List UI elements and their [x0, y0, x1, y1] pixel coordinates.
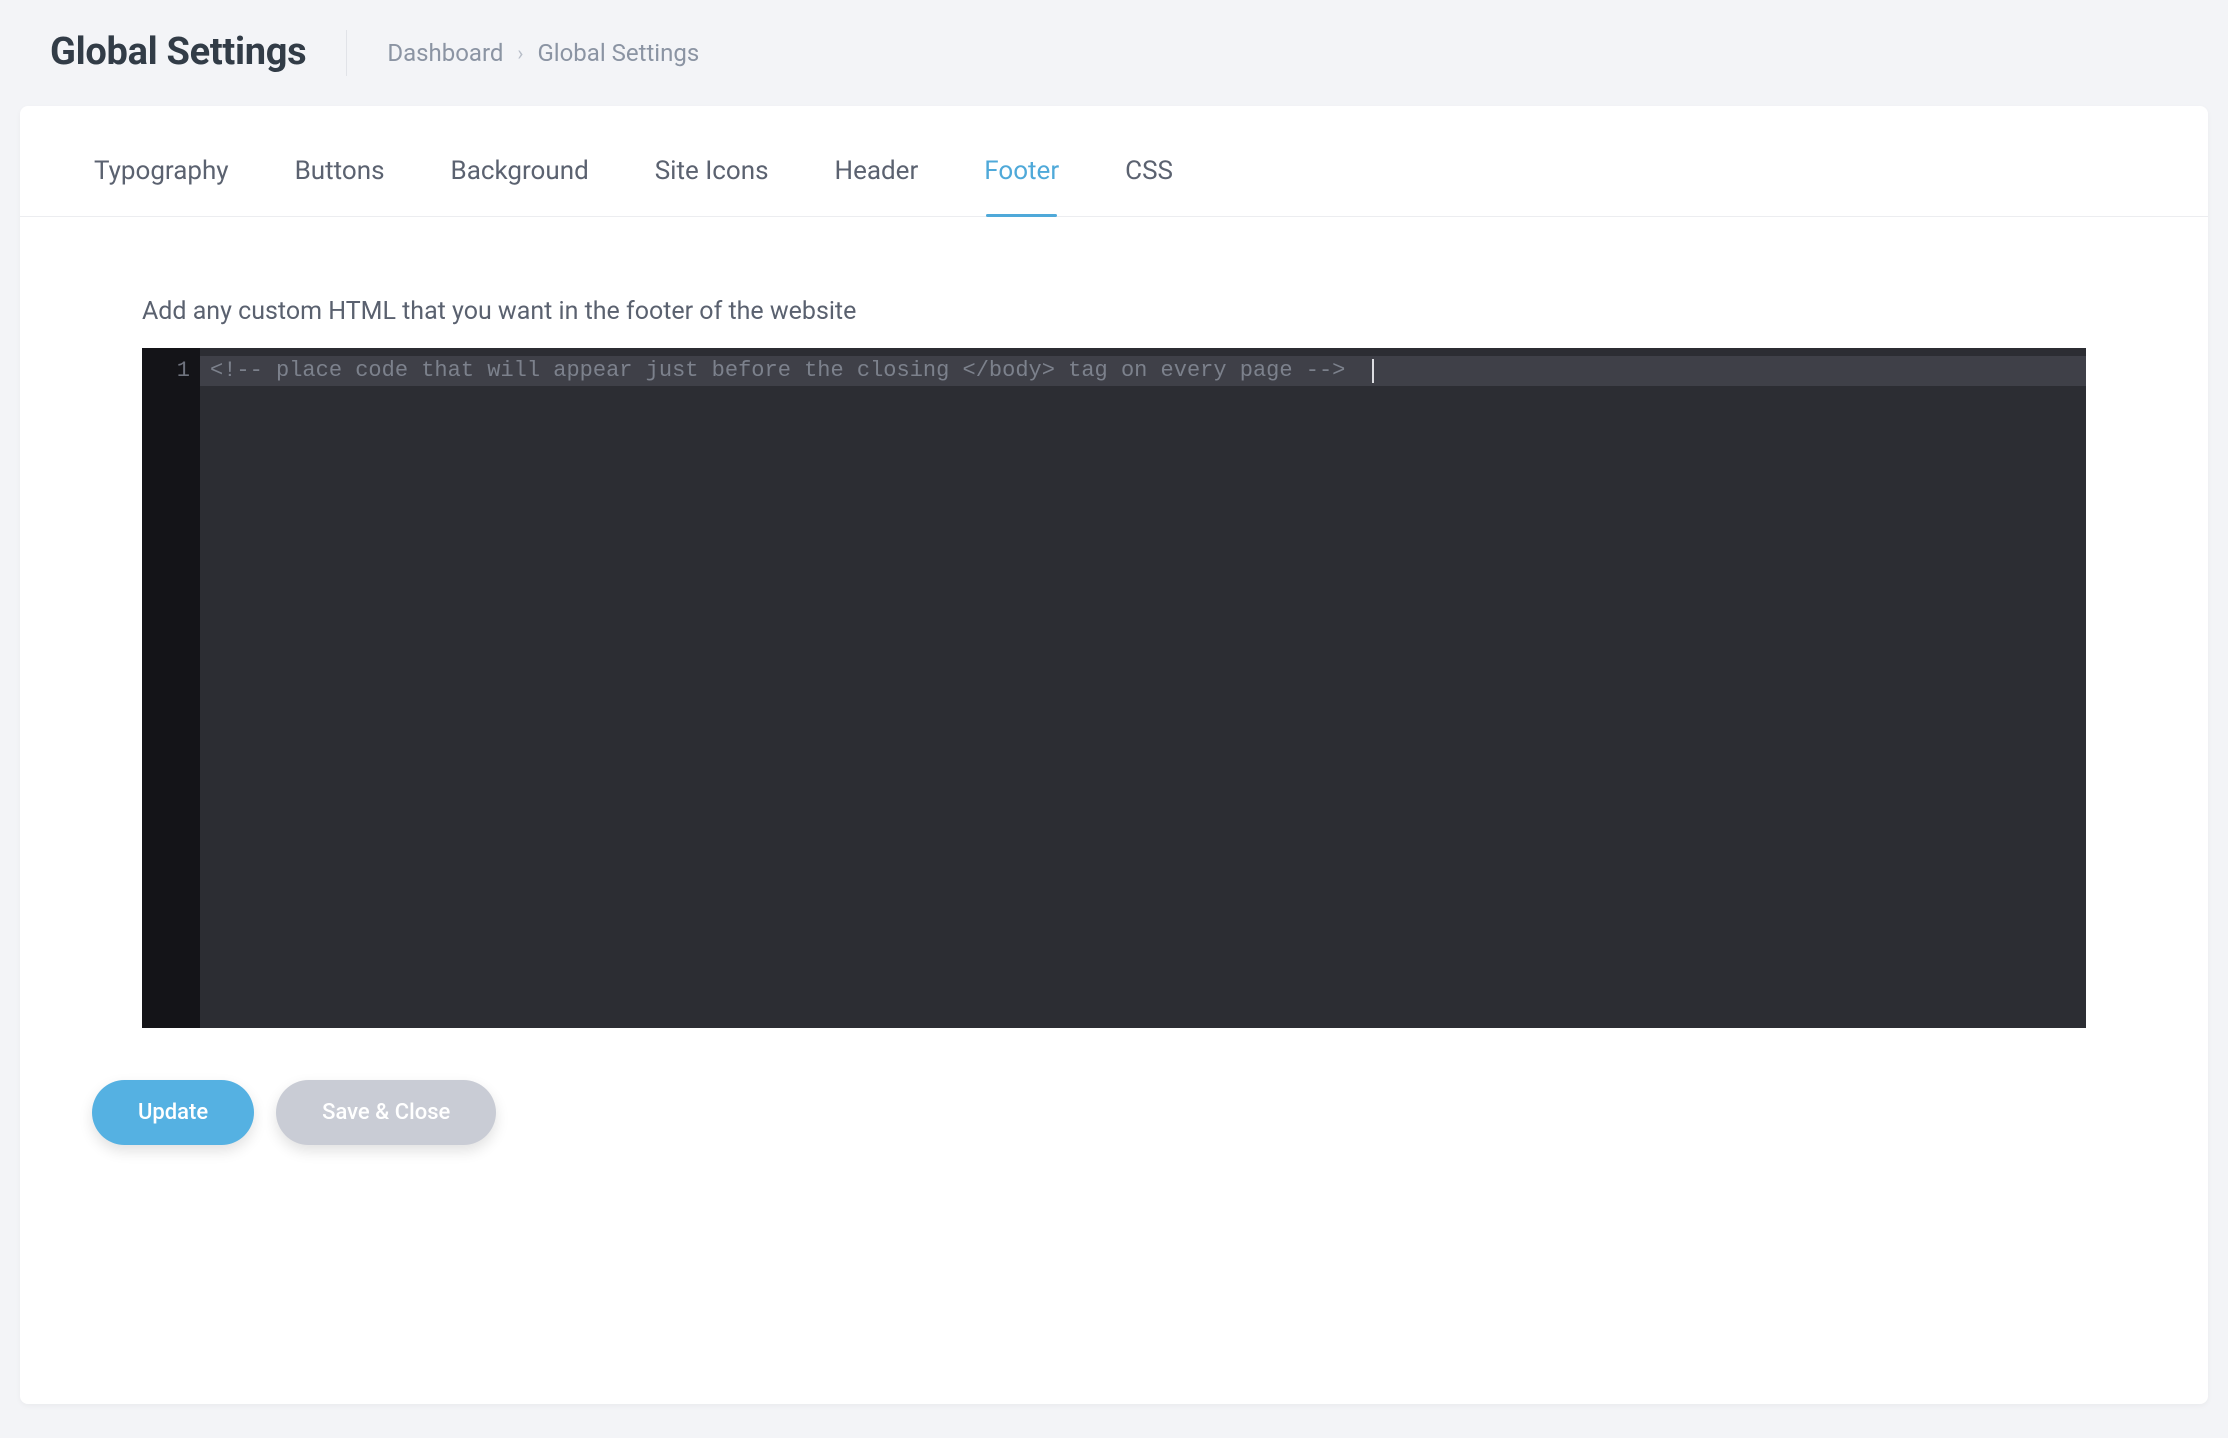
tab-footer[interactable]: Footer [982, 146, 1061, 216]
code-area[interactable]: <!-- place code that will appear just be… [200, 348, 2086, 1028]
tab-css[interactable]: CSS [1123, 146, 1175, 216]
code-editor[interactable]: 1 <!-- place code that will appear just … [142, 348, 2086, 1028]
tab-background[interactable]: Background [449, 146, 591, 216]
code-text: <!-- place code that will appear just be… [210, 356, 1345, 386]
tab-typography[interactable]: Typography [92, 146, 231, 216]
tab-buttons[interactable]: Buttons [293, 146, 387, 216]
breadcrumb: Dashboard › Global Settings [387, 39, 699, 67]
code-line[interactable]: <!-- place code that will appear just be… [200, 356, 2086, 386]
line-number: 1 [142, 356, 190, 386]
save-close-button[interactable]: Save & Close [276, 1080, 496, 1145]
field-description: Add any custom HTML that you want in the… [142, 297, 2086, 326]
breadcrumb-current: Global Settings [537, 39, 699, 67]
tab-site-icons[interactable]: Site Icons [653, 146, 771, 216]
panel-body: Add any custom HTML that you want in the… [20, 217, 2208, 1028]
tab-list: Typography Buttons Background Site Icons… [20, 106, 2208, 217]
breadcrumb-dashboard[interactable]: Dashboard [387, 39, 503, 67]
settings-card: Typography Buttons Background Site Icons… [20, 106, 2208, 1404]
text-cursor [1372, 359, 1374, 383]
page-header: Global Settings Dashboard › Global Setti… [0, 0, 2228, 106]
page-title: Global Settings [50, 30, 347, 76]
line-number-gutter: 1 [142, 348, 200, 1028]
tab-header[interactable]: Header [833, 146, 921, 216]
update-button[interactable]: Update [92, 1080, 254, 1145]
button-row: Update Save & Close [20, 1028, 2208, 1145]
chevron-right-icon: › [517, 41, 523, 65]
